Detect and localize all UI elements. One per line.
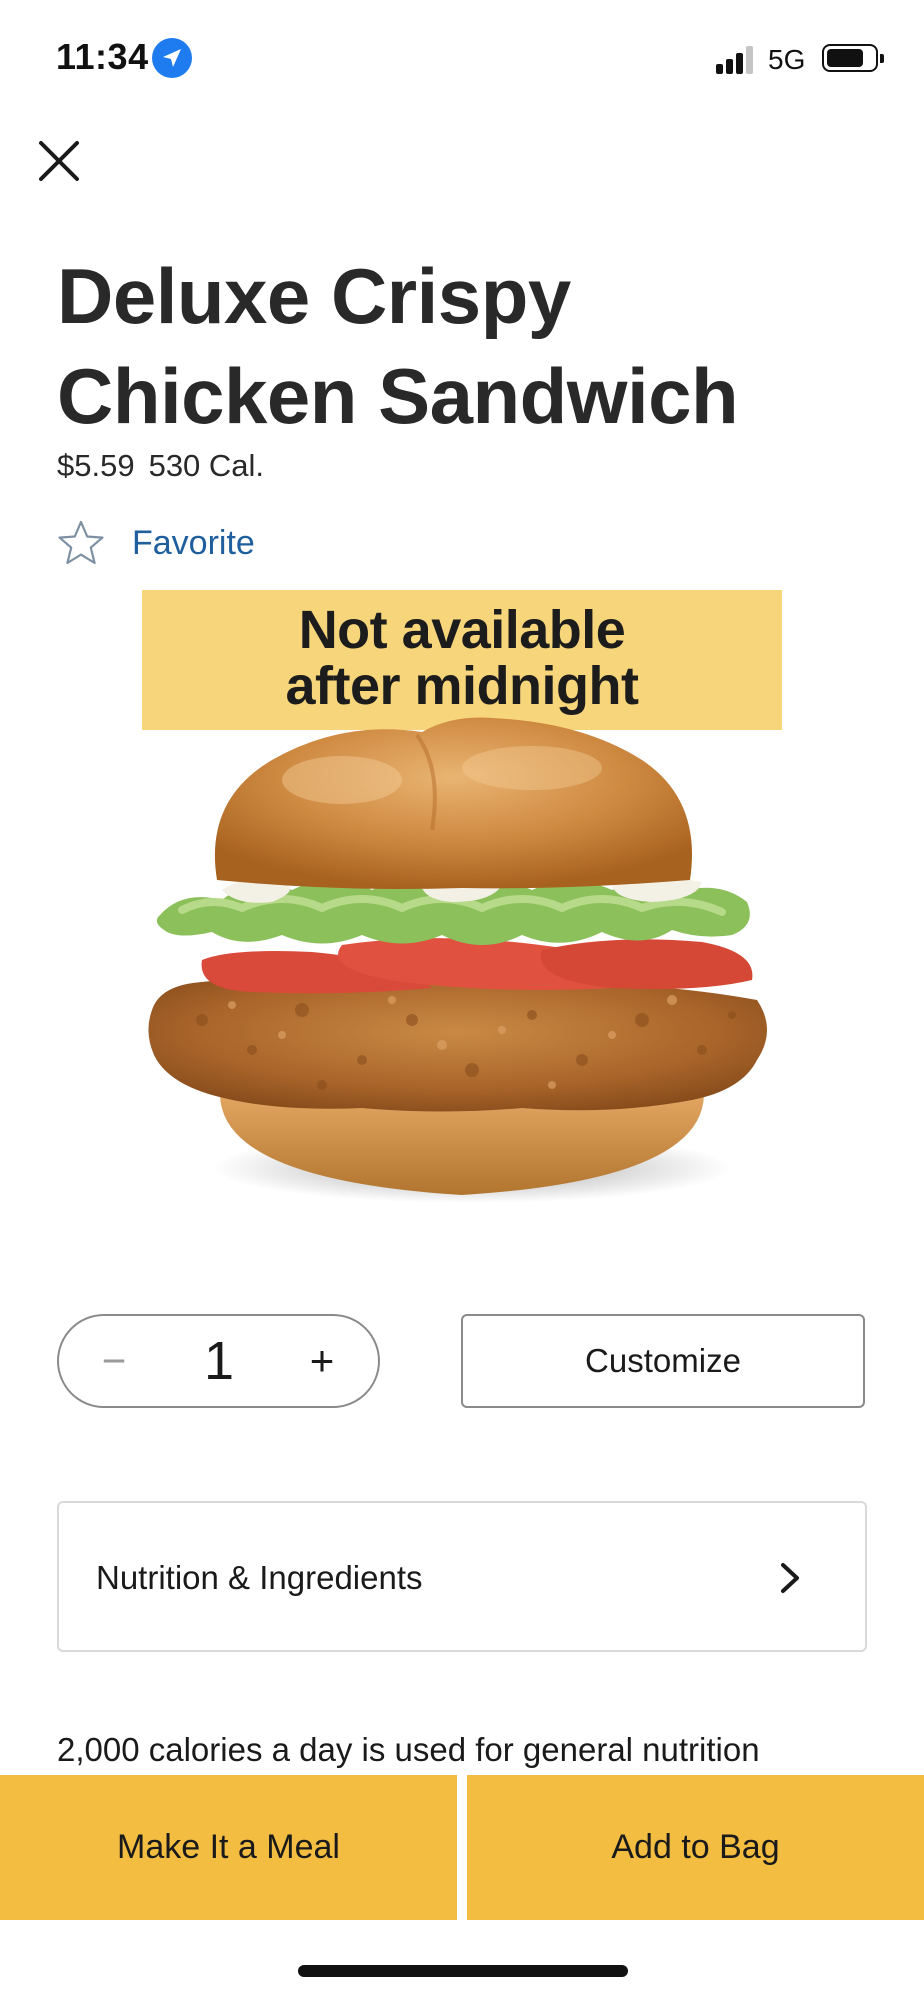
product-title-line1: Deluxe Crispy bbox=[57, 252, 571, 340]
favorite-label: Favorite bbox=[132, 523, 255, 562]
make-it-a-meal-button[interactable]: Make It a Meal bbox=[0, 1775, 457, 1920]
status-time: 11:34 bbox=[56, 36, 149, 77]
product-title: Deluxe Crispy Chicken Sandwich bbox=[57, 246, 877, 446]
battery-icon bbox=[822, 44, 884, 72]
bottom-action-bar: Make It a Meal Add to Bag bbox=[0, 1775, 924, 1920]
close-button[interactable] bbox=[34, 136, 84, 186]
chevron-right-icon bbox=[781, 1563, 799, 1593]
quantity-decrease-button[interactable]: − bbox=[81, 1316, 147, 1406]
star-outline-icon bbox=[58, 520, 104, 565]
calorie-disclaimer: 2,000 calories a day is used for general… bbox=[57, 1731, 760, 1768]
home-indicator[interactable] bbox=[298, 1965, 628, 1977]
favorite-button[interactable]: Favorite bbox=[56, 518, 255, 568]
product-price: $5.59 bbox=[57, 448, 135, 483]
nutrition-label: Nutrition & Ingredients bbox=[96, 1559, 423, 1596]
network-type: 5G bbox=[768, 44, 806, 75]
customize-button[interactable]: Customize bbox=[461, 1314, 865, 1408]
product-image: Not available after midnight bbox=[142, 590, 782, 1230]
quantity-value: 1 bbox=[203, 1331, 235, 1391]
status-bar: 11:34 5G bbox=[0, 0, 924, 110]
add-to-bag-button[interactable]: Add to Bag bbox=[467, 1775, 924, 1920]
quantity-stepper: − 1 + bbox=[57, 1314, 380, 1408]
sandwich-image bbox=[148, 717, 767, 1203]
nutrition-ingredients-button[interactable]: Nutrition & Ingredients bbox=[57, 1501, 867, 1652]
cellular-signal-icon bbox=[716, 44, 756, 74]
quantity-increase-button[interactable]: + bbox=[289, 1316, 355, 1406]
price-calories-row: $5.59 530 Cal. bbox=[57, 448, 264, 484]
close-icon bbox=[39, 141, 79, 181]
product-calories: 530 Cal. bbox=[148, 448, 265, 483]
location-arrow-icon bbox=[152, 38, 192, 78]
product-title-line2: Chicken Sandwich bbox=[57, 352, 739, 440]
